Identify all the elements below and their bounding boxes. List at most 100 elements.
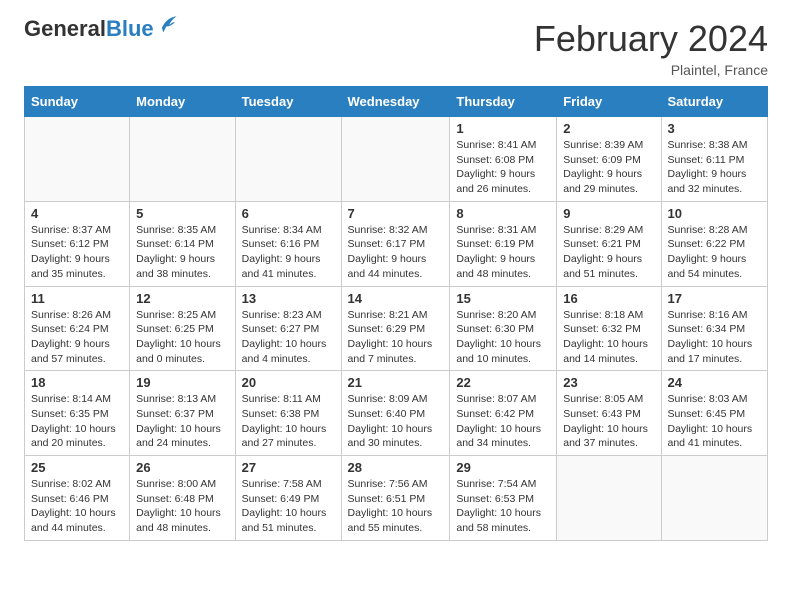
day-info: Sunrise: 7:56 AM Sunset: 6:51 PM Dayligh… (348, 477, 444, 536)
day-number: 25 (31, 460, 123, 475)
day-number: 14 (348, 291, 444, 306)
calendar-cell: 12 Sunrise: 8:25 AM Sunset: 6:25 PM Dayli… (130, 286, 235, 371)
day-number: 28 (348, 460, 444, 475)
calendar-cell (557, 456, 661, 541)
calendar-cell: 25 Sunrise: 8:02 AM Sunset: 6:46 PM Dayli… (25, 456, 130, 541)
calendar-day-header: Thursday (450, 87, 557, 117)
day-info: Sunrise: 8:26 AM Sunset: 6:24 PM Dayligh… (31, 308, 123, 367)
day-number: 2 (563, 121, 654, 136)
calendar-cell: 16 Sunrise: 8:18 AM Sunset: 6:32 PM Dayli… (557, 286, 661, 371)
calendar-cell: 6Sunrise: 8:34 AM Sunset: 6:16 PM Daylig… (235, 201, 341, 286)
day-info: Sunrise: 8:32 AM Sunset: 6:17 PM Dayligh… (348, 223, 444, 282)
calendar-week-row: 11 Sunrise: 8:26 AM Sunset: 6:24 PM Dayli… (25, 286, 768, 371)
day-number: 10 (668, 206, 762, 221)
calendar-cell: 28 Sunrise: 7:56 AM Sunset: 6:51 PM Dayli… (341, 456, 450, 541)
month-year: February 2024 (534, 18, 768, 60)
calendar-cell: 18 Sunrise: 8:14 AM Sunset: 6:35 PM Dayli… (25, 371, 130, 456)
header: GeneralBlue February 2024 Plaintel, Fran… (0, 0, 792, 86)
calendar-cell: 8 Sunrise: 8:31 AM Sunset: 6:19 PM Daylig… (450, 201, 557, 286)
calendar-week-row: 25 Sunrise: 8:02 AM Sunset: 6:46 PM Dayli… (25, 456, 768, 541)
calendar-cell (235, 117, 341, 202)
day-info: Sunrise: 8:39 AM Sunset: 6:09 PM Dayligh… (563, 138, 654, 197)
day-number: 24 (668, 375, 762, 390)
day-info: Sunrise: 8:21 AM Sunset: 6:29 PM Dayligh… (348, 308, 444, 367)
day-info: Sunrise: 8:00 AM Sunset: 6:48 PM Dayligh… (136, 477, 228, 536)
calendar-cell: 1 Sunrise: 8:41 AM Sunset: 6:08 PM Daylig… (450, 117, 557, 202)
day-number: 15 (456, 291, 550, 306)
calendar-cell: 7 Sunrise: 8:32 AM Sunset: 6:17 PM Daylig… (341, 201, 450, 286)
day-info: Sunrise: 8:34 AM Sunset: 6:16 PM Dayligh… (242, 223, 335, 282)
day-info: Sunrise: 8:13 AM Sunset: 6:37 PM Dayligh… (136, 392, 228, 451)
calendar-table: SundayMondayTuesdayWednesdayThursdayFrid… (24, 86, 768, 541)
calendar-week-row: 1 Sunrise: 8:41 AM Sunset: 6:08 PM Daylig… (25, 117, 768, 202)
calendar-cell: 4 Sunrise: 8:37 AM Sunset: 6:12 PM Daylig… (25, 201, 130, 286)
calendar-day-header: Sunday (25, 87, 130, 117)
calendar-day-header: Wednesday (341, 87, 450, 117)
calendar-cell (341, 117, 450, 202)
calendar-cell: 9 Sunrise: 8:29 AM Sunset: 6:21 PM Daylig… (557, 201, 661, 286)
day-info: Sunrise: 8:14 AM Sunset: 6:35 PM Dayligh… (31, 392, 123, 451)
day-number: 3 (668, 121, 762, 136)
day-info: Sunrise: 7:58 AM Sunset: 6:49 PM Dayligh… (242, 477, 335, 536)
calendar-cell: 14 Sunrise: 8:21 AM Sunset: 6:29 PM Dayli… (341, 286, 450, 371)
day-info: Sunrise: 8:02 AM Sunset: 6:46 PM Dayligh… (31, 477, 123, 536)
day-info: Sunrise: 8:37 AM Sunset: 6:12 PM Dayligh… (31, 223, 123, 282)
day-info: Sunrise: 8:41 AM Sunset: 6:08 PM Dayligh… (456, 138, 550, 197)
day-number: 11 (31, 291, 123, 306)
calendar-wrapper: SundayMondayTuesdayWednesdayThursdayFrid… (0, 86, 792, 557)
day-info: Sunrise: 7:54 AM Sunset: 6:53 PM Dayligh… (456, 477, 550, 536)
day-number: 29 (456, 460, 550, 475)
day-number: 12 (136, 291, 228, 306)
calendar-day-header: Friday (557, 87, 661, 117)
day-number: 7 (348, 206, 444, 221)
calendar-cell (661, 456, 768, 541)
calendar-cell: 13Sunrise: 8:23 AM Sunset: 6:27 PM Dayli… (235, 286, 341, 371)
day-info: Sunrise: 8:09 AM Sunset: 6:40 PM Dayligh… (348, 392, 444, 451)
calendar-cell: 26 Sunrise: 8:00 AM Sunset: 6:48 PM Dayli… (130, 456, 235, 541)
calendar-cell: 15 Sunrise: 8:20 AM Sunset: 6:30 PM Dayli… (450, 286, 557, 371)
day-info: Sunrise: 8:18 AM Sunset: 6:32 PM Dayligh… (563, 308, 654, 367)
day-info: Sunrise: 8:31 AM Sunset: 6:19 PM Dayligh… (456, 223, 550, 282)
calendar-cell (25, 117, 130, 202)
day-number: 9 (563, 206, 654, 221)
day-info: Sunrise: 8:25 AM Sunset: 6:25 PM Dayligh… (136, 308, 228, 367)
day-info: Sunrise: 8:28 AM Sunset: 6:22 PM Dayligh… (668, 223, 762, 282)
calendar-day-header: Saturday (661, 87, 768, 117)
day-number: 4 (31, 206, 123, 221)
page: GeneralBlue February 2024 Plaintel, Fran… (0, 0, 792, 612)
day-info: Sunrise: 8:07 AM Sunset: 6:42 PM Dayligh… (456, 392, 550, 451)
calendar-cell: 19Sunrise: 8:13 AM Sunset: 6:37 PM Dayli… (130, 371, 235, 456)
day-number: 21 (348, 375, 444, 390)
day-number: 18 (31, 375, 123, 390)
day-info: Sunrise: 8:23 AM Sunset: 6:27 PM Dayligh… (242, 308, 335, 367)
calendar-cell: 24 Sunrise: 8:03 AM Sunset: 6:45 PM Dayli… (661, 371, 768, 456)
day-info: Sunrise: 8:16 AM Sunset: 6:34 PM Dayligh… (668, 308, 762, 367)
day-number: 20 (242, 375, 335, 390)
day-number: 27 (242, 460, 335, 475)
day-info: Sunrise: 8:29 AM Sunset: 6:21 PM Dayligh… (563, 223, 654, 282)
calendar-cell: 3 Sunrise: 8:38 AM Sunset: 6:11 PM Daylig… (661, 117, 768, 202)
day-number: 26 (136, 460, 228, 475)
day-info: Sunrise: 8:03 AM Sunset: 6:45 PM Dayligh… (668, 392, 762, 451)
day-info: Sunrise: 8:05 AM Sunset: 6:43 PM Dayligh… (563, 392, 654, 451)
calendar-cell: 23 Sunrise: 8:05 AM Sunset: 6:43 PM Dayli… (557, 371, 661, 456)
logo-general: General (24, 16, 106, 41)
calendar-cell: 22 Sunrise: 8:07 AM Sunset: 6:42 PM Dayli… (450, 371, 557, 456)
day-info: Sunrise: 8:38 AM Sunset: 6:11 PM Dayligh… (668, 138, 762, 197)
calendar-cell: 17Sunrise: 8:16 AM Sunset: 6:34 PM Dayli… (661, 286, 768, 371)
calendar-week-row: 4 Sunrise: 8:37 AM Sunset: 6:12 PM Daylig… (25, 201, 768, 286)
calendar-cell: 10 Sunrise: 8:28 AM Sunset: 6:22 PM Dayli… (661, 201, 768, 286)
day-number: 8 (456, 206, 550, 221)
logo-text: GeneralBlue (24, 18, 154, 40)
day-number: 5 (136, 206, 228, 221)
calendar-cell: 29 Sunrise: 7:54 AM Sunset: 6:53 PM Dayli… (450, 456, 557, 541)
day-number: 16 (563, 291, 654, 306)
calendar-header-row: SundayMondayTuesdayWednesdayThursdayFrid… (25, 87, 768, 117)
day-number: 23 (563, 375, 654, 390)
day-info: Sunrise: 8:20 AM Sunset: 6:30 PM Dayligh… (456, 308, 550, 367)
day-number: 22 (456, 375, 550, 390)
day-number: 1 (456, 121, 550, 136)
day-info: Sunrise: 8:11 AM Sunset: 6:38 PM Dayligh… (242, 392, 335, 451)
calendar-cell: 21 Sunrise: 8:09 AM Sunset: 6:40 PM Dayli… (341, 371, 450, 456)
calendar-week-row: 18 Sunrise: 8:14 AM Sunset: 6:35 PM Dayli… (25, 371, 768, 456)
